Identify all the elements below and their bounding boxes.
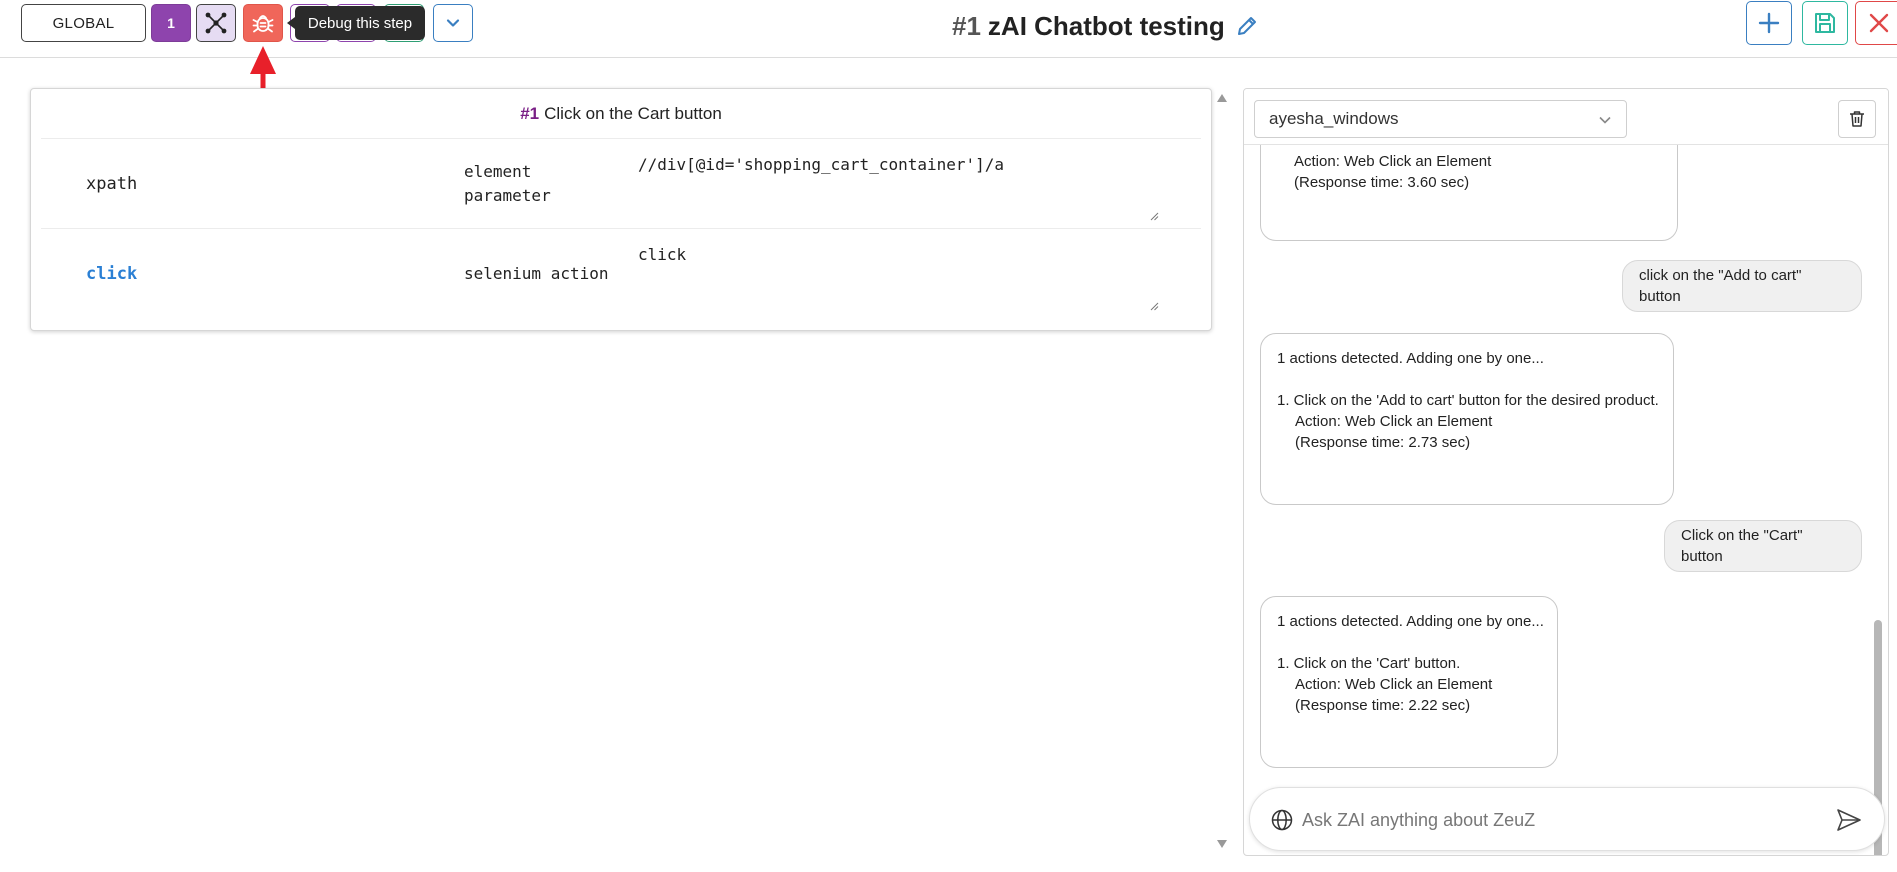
- chevron-down-icon: [446, 19, 460, 27]
- message-line: 1. Click on the 'Add to cart' button for…: [1277, 392, 1659, 409]
- field-type[interactable]: element parameter: [464, 139, 551, 229]
- add-button[interactable]: [1746, 1, 1792, 45]
- scroll-up-arrow-icon[interactable]: [1216, 93, 1228, 103]
- title-text: zAI Chatbot testing: [987, 10, 1225, 41]
- message-line: 1. Click on the 'Cart' button.: [1277, 655, 1461, 672]
- message-line: (Response time: 2.73 sec): [1295, 434, 1471, 451]
- edit-title-button[interactable]: [1235, 14, 1259, 38]
- field-value-textarea[interactable]: click: [638, 239, 1163, 313]
- step-number-button[interactable]: 1: [151, 4, 191, 42]
- step-header: #1 Click on the Cart button: [41, 89, 1201, 139]
- field-value-textarea[interactable]: //div[@id='shopping_cart_container']/a: [638, 149, 1163, 223]
- step-title: Click on the Cart button: [544, 103, 722, 123]
- trash-icon: [1850, 111, 1864, 127]
- clear-chat-button[interactable]: [1838, 100, 1876, 138]
- chat-input-bar: [1249, 787, 1885, 851]
- close-icon: [1869, 13, 1889, 33]
- message-line: Action: Web Click an Element: [1295, 676, 1493, 693]
- chat-messages: Action: Web Click an Element (Response t…: [1244, 145, 1864, 779]
- global-button[interactable]: GLOBAL: [21, 4, 146, 42]
- field-type[interactable]: selenium action: [464, 229, 609, 319]
- top-toolbar: GLOBAL 1 Debug this step #1 zAI Chatbot …: [0, 0, 1897, 58]
- resize-handle-icon[interactable]: [1149, 301, 1159, 311]
- plus-icon: [1758, 12, 1780, 34]
- graph-icon: [205, 12, 227, 34]
- selected-user: ayesha_windows: [1269, 109, 1399, 128]
- send-icon[interactable]: [1836, 808, 1862, 832]
- step-card: #1 Click on the Cart button xpath elemen…: [30, 88, 1212, 331]
- field-value: click: [638, 245, 687, 264]
- message-line: 1 actions detected. Adding one by one...: [1277, 613, 1544, 630]
- chat-header: ayesha_windows: [1244, 89, 1888, 145]
- message-line: (Response time: 3.60 sec): [1294, 174, 1470, 191]
- scroll-down-arrow-icon[interactable]: [1216, 839, 1228, 849]
- bot-message: 1 actions detected. Adding one by one...…: [1260, 333, 1674, 505]
- save-button[interactable]: [1802, 1, 1848, 45]
- debug-step-button[interactable]: [243, 4, 283, 42]
- field-name[interactable]: xpath: [86, 139, 137, 229]
- message-text: Click on the "Cart" button: [1681, 527, 1803, 565]
- globe-icon[interactable]: [1270, 808, 1294, 832]
- step-row: click selenium action click: [41, 229, 1201, 319]
- field-name[interactable]: click: [86, 229, 137, 319]
- close-button[interactable]: [1855, 1, 1897, 45]
- graph-button[interactable]: [196, 4, 236, 42]
- user-message: click on the "Add to cart" button: [1622, 260, 1862, 312]
- field-type-line1: selenium action: [464, 264, 609, 283]
- title-number: #1: [952, 10, 981, 41]
- pencil-icon: [1237, 17, 1256, 35]
- bug-icon: [252, 15, 274, 33]
- chat-input[interactable]: [1302, 804, 1802, 836]
- message-line: (Response time: 2.22 sec): [1295, 697, 1471, 714]
- user-message: Click on the "Cart" button: [1664, 520, 1862, 572]
- message-line: Action: Web Click an Element: [1294, 153, 1492, 170]
- page-title: #1 zAI Chatbot testing: [952, 9, 1259, 43]
- user-select[interactable]: ayesha_windows: [1254, 100, 1627, 138]
- field-value: //div[@id='shopping_cart_container']/a: [638, 155, 1005, 174]
- bot-message: 1 actions detected. Adding one by one...…: [1260, 596, 1558, 768]
- message-line: [1277, 369, 1657, 390]
- chevron-down-icon: [1599, 116, 1611, 124]
- message-line: Action: Web Click an Element: [1295, 413, 1493, 430]
- bot-message: Action: Web Click an Element (Response t…: [1260, 145, 1678, 241]
- debug-tooltip: Debug this step: [287, 6, 425, 40]
- message-line: 1 actions detected. Adding one by one...: [1277, 350, 1544, 367]
- message-line: [1277, 632, 1541, 653]
- chat-panel: ayesha_windows Action: Web Click an Elem…: [1243, 88, 1889, 856]
- expand-button[interactable]: [433, 4, 473, 42]
- field-type-line2: parameter: [464, 186, 551, 205]
- step-row: xpath element parameter //div[@id='shopp…: [41, 139, 1201, 229]
- step-number: #1: [520, 103, 540, 123]
- field-type-line1: element: [464, 162, 532, 181]
- chat-scrollbar[interactable]: [1870, 145, 1884, 855]
- message-text: click on the "Add to cart" button: [1639, 267, 1802, 305]
- save-icon: [1815, 13, 1835, 33]
- resize-handle-icon[interactable]: [1149, 211, 1159, 221]
